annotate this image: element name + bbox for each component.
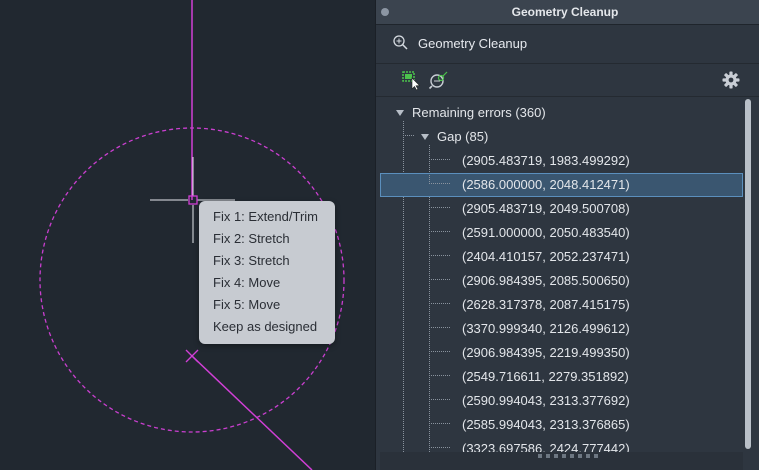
menu-item-fix-4[interactable]: Fix 4: Move — [199, 272, 335, 294]
fix-context-menu: Fix 1: Extend/Trim Fix 2: Stretch Fix 3:… — [199, 201, 335, 344]
error-coordinates: (2586.000000, 2048.412471) — [462, 177, 630, 192]
tree-item[interactable]: (2404.410157, 2052.237471) — [380, 245, 743, 269]
panel-header: Geometry Cleanup — [376, 25, 759, 64]
error-coordinates: (3370.999340, 2126.499612) — [462, 321, 630, 336]
tree-connector — [429, 343, 450, 352]
menu-item-fix-1[interactable]: Fix 1: Extend/Trim — [199, 206, 335, 228]
error-coordinates: (2906.984395, 2219.499350) — [462, 345, 630, 360]
menu-item-fix-5[interactable]: Fix 5: Move — [199, 294, 335, 316]
error-coordinates: (2585.994043, 2313.376865) — [462, 417, 630, 432]
error-coordinates: (2591.000000, 2050.483540) — [462, 225, 630, 240]
root-label: Remaining errors (360) — [412, 105, 546, 120]
tree-connector — [429, 367, 450, 376]
tree-item[interactable]: (2906.984395, 2219.499350) — [380, 341, 743, 365]
error-coordinates: (2549.716611, 2279.351892) — [462, 369, 629, 384]
tree-item[interactable]: (2549.716611, 2279.351892) — [380, 365, 743, 389]
menu-item-fix-3[interactable]: Fix 3: Stretch — [199, 250, 335, 272]
tree-connector — [429, 271, 450, 280]
gear-icon[interactable] — [720, 69, 742, 91]
menu-item-fix-2[interactable]: Fix 2: Stretch — [199, 228, 335, 250]
panel-titlebar[interactable]: Geometry Cleanup — [376, 0, 759, 25]
drawing-canvas[interactable]: Fix 1: Extend/Trim Fix 2: Stretch Fix 3:… — [0, 0, 375, 470]
error-coordinates: (2905.483719, 1983.499292) — [462, 153, 630, 168]
gap-group-label: Gap (85) — [437, 129, 489, 144]
select-geometry-icon[interactable] — [400, 69, 422, 91]
tree-connector — [429, 295, 450, 304]
tree-item[interactable]: (2905.483719, 1983.499292) — [380, 149, 743, 173]
error-tree[interactable]: Remaining errors (360) Gap (85) (2905.48… — [376, 97, 759, 452]
error-coordinates: (2404.410157, 2052.237471) — [462, 249, 630, 264]
tree-node-root[interactable]: Remaining errors (360) — [380, 101, 743, 125]
zoom-errors-icon[interactable] — [428, 69, 450, 91]
tree-item[interactable]: (3323.697586, 2424.777442) — [380, 437, 743, 452]
tree-connector — [429, 319, 450, 328]
error-coordinates: (2590.994043, 2313.377692) — [462, 393, 630, 408]
tree-item-selected[interactable]: (2586.000000, 2048.412471) — [380, 173, 743, 197]
error-coordinates: (3323.697586, 2424.777442) — [462, 441, 630, 452]
error-coordinates: (2906.984395, 2085.500650) — [462, 273, 630, 288]
menu-item-keep-as-designed[interactable]: Keep as designed — [199, 316, 335, 338]
panel-toolbar — [376, 64, 759, 97]
tree-item[interactable]: (2591.000000, 2050.483540) — [380, 221, 743, 245]
error-coordinates: (2905.483719, 2049.500708) — [462, 201, 630, 216]
tree-connector — [429, 151, 450, 160]
tree-connector — [429, 199, 450, 208]
header-title: Geometry Cleanup — [418, 36, 528, 51]
tree-connector — [429, 415, 450, 424]
vertical-scroll-thumb[interactable] — [745, 99, 751, 449]
resize-grip-bar[interactable] — [380, 452, 743, 470]
tree-connector — [429, 223, 450, 232]
endpoint-x-marker — [185, 349, 199, 363]
expand-triangle-icon[interactable] — [421, 134, 429, 140]
tree-connector — [429, 175, 450, 184]
geometry-cleanup-panel: Geometry Cleanup Geometry Cleanup Remain… — [375, 0, 759, 470]
tree-item[interactable]: (2585.994043, 2313.376865) — [380, 413, 743, 437]
grip-dots-icon[interactable] — [538, 454, 598, 458]
tree-item[interactable]: (3370.999340, 2126.499612) — [380, 317, 743, 341]
tree-node-gap[interactable]: Gap (85) — [380, 125, 743, 149]
tree-item[interactable]: (2590.994043, 2313.377692) — [380, 389, 743, 413]
tree-connector — [429, 247, 450, 256]
tree-item[interactable]: (2906.984395, 2085.500650) — [380, 269, 743, 293]
vertical-scrollbar[interactable] — [743, 97, 753, 452]
pickbox — [188, 195, 198, 205]
tree-connector — [403, 127, 414, 136]
expand-triangle-icon[interactable] — [396, 110, 404, 116]
error-coordinates: (2628.317378, 2087.415175) — [462, 297, 630, 312]
geometry-cleanup-icon — [393, 35, 408, 50]
tree-item[interactable]: (2628.317378, 2087.415175) — [380, 293, 743, 317]
tree-connector — [429, 391, 450, 400]
tree-connector — [429, 439, 450, 448]
panel-title: Geometry Cleanup — [511, 5, 619, 19]
tree-item[interactable]: (2905.483719, 2049.500708) — [380, 197, 743, 221]
diagonal-line[interactable] — [191, 355, 313, 470]
